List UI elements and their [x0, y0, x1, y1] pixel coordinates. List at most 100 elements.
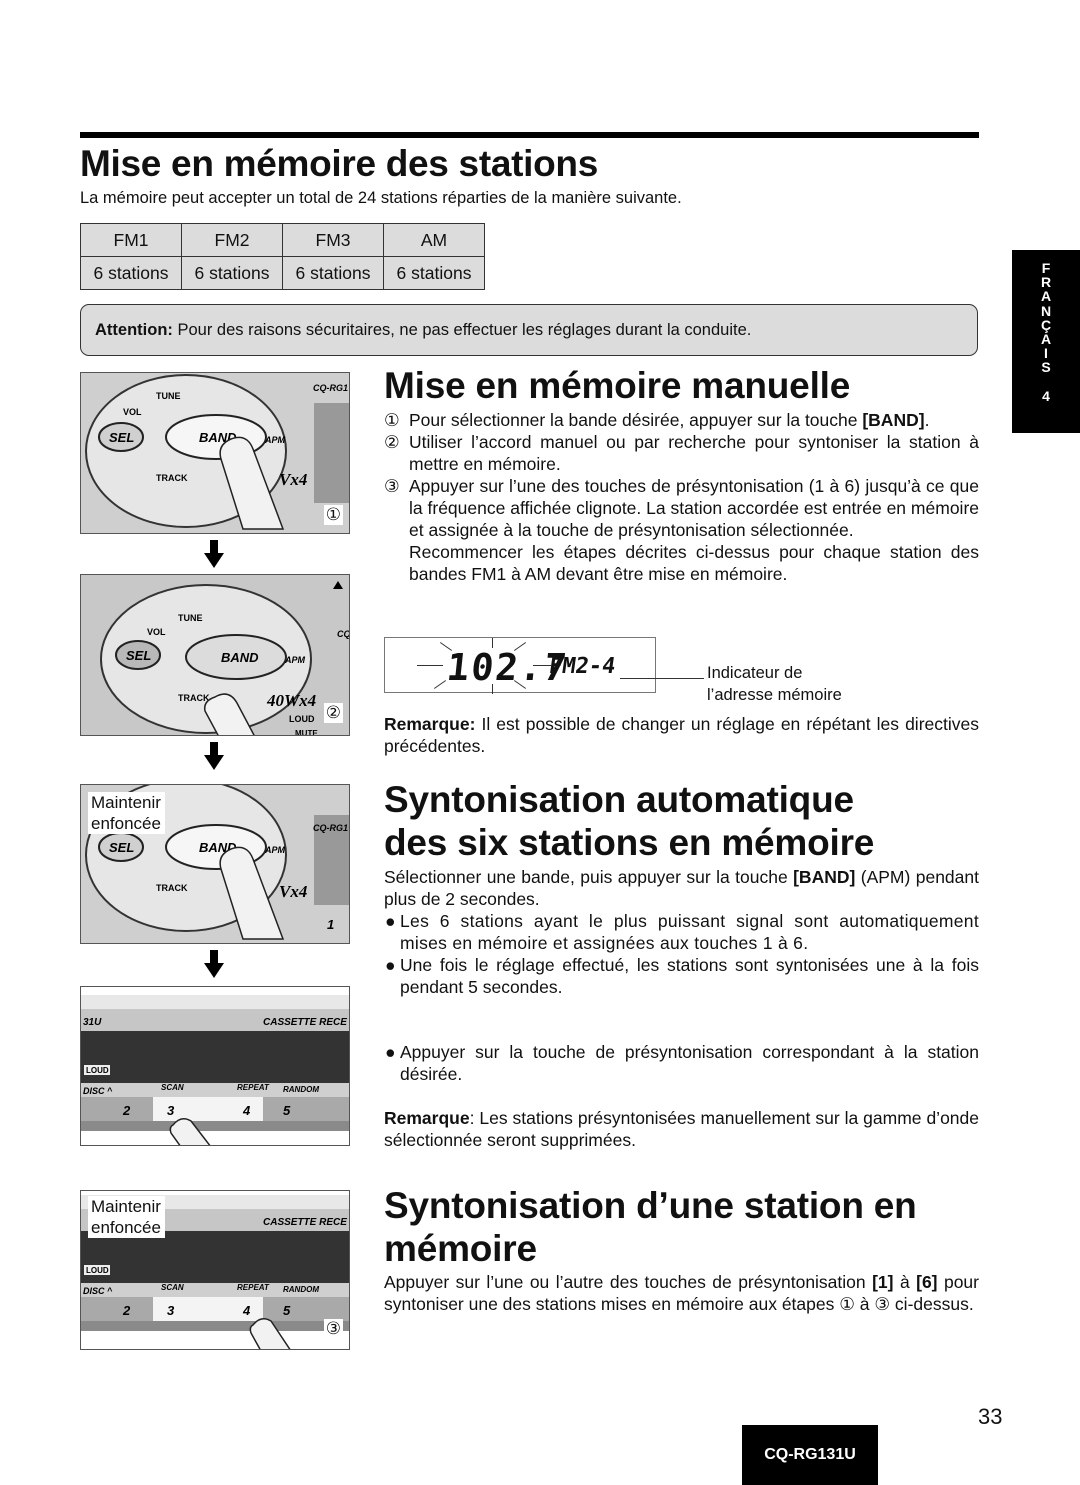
- track-label: TRACK: [156, 473, 188, 483]
- table-header-cell: FM2: [181, 223, 283, 257]
- arrow-down-icon: [204, 950, 224, 978]
- note-label: Remarque:: [384, 714, 476, 734]
- attention-text: Pour des raisons sécuritaires, ne pas ef…: [172, 321, 752, 339]
- tab-letter: Ç: [1040, 316, 1052, 333]
- intro-text: La mémoire peut accepter un total de 24 …: [80, 189, 682, 207]
- step-number: ②: [384, 432, 400, 452]
- step-marker: ②: [323, 703, 343, 723]
- sel-label: SEL: [126, 648, 151, 663]
- auto-body-2: ● Appuyer sur la touche de présyntonisati…: [384, 1041, 979, 1085]
- track-label: TRACK: [178, 693, 210, 703]
- page-title: Mise en mémoire des stations: [80, 143, 599, 184]
- repeat-text: Recommencer les étapes décrites ci-dessu…: [409, 542, 979, 584]
- cassette-label: CASSETTE RECE: [263, 1017, 347, 1028]
- radio-faceplate-illustration: 31U CASSETTE RECE LOUD DISC ^ SCAN REPEA…: [81, 987, 349, 1145]
- preset-4: 4: [242, 1103, 251, 1118]
- attention-label: Attention:: [95, 321, 173, 339]
- auto-title-line: Syntonisation automatique: [384, 779, 854, 820]
- indicator-leader-line: [620, 678, 704, 679]
- table-cell: 6 stations: [282, 256, 384, 290]
- language-tab: F R A N Ç A I S 4: [1012, 250, 1080, 433]
- manual-note: Remarque: Il est possible de changer un …: [384, 713, 979, 757]
- preset-5: 5: [283, 1103, 291, 1118]
- apm-label: APM: [264, 435, 286, 445]
- loud-label: LOUD: [86, 1066, 109, 1075]
- callout-line: Maintenir: [91, 793, 161, 812]
- attention-box: Attention: Pour des raisons sécuritaires…: [80, 304, 978, 356]
- step-text: Utiliser l’accord manuel ou par recherch…: [409, 432, 979, 474]
- step-number: ①: [384, 410, 400, 430]
- single-text: à: [893, 1272, 917, 1292]
- preset-key-label: [6]: [916, 1272, 938, 1292]
- blink-ray: [533, 665, 551, 666]
- loud-label: LOUD: [289, 714, 315, 724]
- band-key-label: [BAND]: [862, 410, 925, 430]
- mute-label: MUTE: [295, 729, 318, 736]
- apm-label: APM: [284, 655, 306, 665]
- callout-line: enfoncée: [91, 814, 161, 833]
- table-cell: 6 stations: [181, 256, 283, 290]
- preset-2: 2: [122, 1103, 131, 1118]
- arrow-down-icon: [204, 540, 224, 568]
- disc-label: DISC ^: [83, 1086, 113, 1096]
- bullet-item: ● Appuyer sur la touche de présyntonisati…: [384, 1041, 979, 1085]
- auto-note: Remarque: Les stations présyntonisées ma…: [384, 1107, 979, 1151]
- bullet-text: Les 6 stations ayant le plus puissant si…: [400, 911, 979, 953]
- scan-label: SCAN: [161, 1083, 184, 1092]
- svg-text:CQ: CQ: [337, 629, 350, 639]
- tab-number: 4: [1042, 387, 1050, 404]
- tab-letter: F: [1041, 260, 1051, 276]
- lcd-display: 102.7 FM2-4: [384, 637, 656, 694]
- step-text: Pour sélectionner la bande désirée, appu…: [409, 410, 863, 430]
- bullet-icon: ●: [385, 955, 396, 975]
- callout-line: enfoncée: [91, 1218, 161, 1237]
- manual-step: ① Pour sélectionner la bande désirée, ap…: [384, 409, 979, 431]
- model-label: CQ-RG1: [313, 383, 348, 393]
- auto-intro: Sélectionner une bande, puis appuyer sur…: [384, 866, 979, 910]
- band-label: BAND: [221, 650, 259, 665]
- auto-title: Syntonisation automatique des six statio…: [384, 778, 874, 864]
- auto-title-line: des six stations en mémoire: [384, 822, 875, 863]
- single-title-line: Syntonisation d’une station en: [384, 1185, 917, 1226]
- scan-label: SCAN: [161, 1283, 184, 1292]
- top-rule: [80, 132, 979, 138]
- radio-panel-illustration: SEL BAND APM VOL TUNE TRACK CQ-RG1 Vx4: [81, 373, 349, 533]
- table-cell: 6 stations: [80, 256, 182, 290]
- model-badge: CQ-RG131U: [742, 1425, 878, 1485]
- bullet-text: Une fois le réglage effectué, les statio…: [400, 955, 979, 997]
- repeat-label: REPEAT: [237, 1083, 270, 1092]
- blink-ray: [492, 684, 493, 694]
- single-body: Appuyer sur l’une ou l’autre des touches…: [384, 1271, 979, 1315]
- illustration-preset-scan: 31U CASSETTE RECE LOUD DISC ^ SCAN REPEA…: [80, 986, 350, 1146]
- table-header-cell: FM1: [80, 223, 182, 257]
- svg-text:Vx4: Vx4: [279, 470, 307, 489]
- tab-letter: S: [1041, 359, 1051, 376]
- single-text: Appuyer sur l’une ou l’autre des touches…: [384, 1272, 873, 1292]
- station-distribution-table: FM1 FM2 FM3 AM 6 stations 6 stations 6 s…: [80, 223, 485, 290]
- bullet-icon: ●: [385, 911, 396, 931]
- preset-3: 3: [167, 1303, 175, 1318]
- model-tail-label: 31U: [83, 1017, 102, 1028]
- indicator-label-line: l’adresse mémoire: [707, 686, 842, 704]
- radio-panel-illustration: SEL BAND APM VOL TUNE TRACK 40Wx4 LOUD M…: [81, 575, 350, 736]
- preset-3: 3: [167, 1103, 175, 1118]
- callout-line: Maintenir: [91, 1197, 161, 1216]
- track-label: TRACK: [156, 883, 188, 893]
- table-cell: 6 stations: [383, 256, 485, 290]
- step-text: Appuyer sur l’une des touches de présynt…: [409, 476, 979, 540]
- table-header-row: FM1 FM2 FM3 AM: [80, 223, 485, 257]
- hold-callout: Maintenir enfoncée: [88, 792, 165, 834]
- vol-label: VOL: [147, 627, 166, 637]
- random-label: RANDOM: [283, 1285, 319, 1294]
- step-marker: ①: [323, 505, 343, 525]
- tune-label: TUNE: [178, 613, 203, 623]
- bullet-icon: ●: [385, 1042, 396, 1062]
- tune-label: TUNE: [156, 391, 181, 401]
- note-text: : Les stations présyntonisées manuelleme…: [384, 1108, 979, 1150]
- preset-key-label: [1]: [872, 1272, 894, 1292]
- single-title: Syntonisation d’une station en mémoire: [384, 1184, 917, 1270]
- vol-label: VOL: [123, 407, 142, 417]
- table-header-cell: AM: [383, 223, 485, 257]
- sel-label: SEL: [109, 430, 134, 445]
- bullet-item: ● Une fois le réglage effectué, les stati…: [384, 954, 979, 998]
